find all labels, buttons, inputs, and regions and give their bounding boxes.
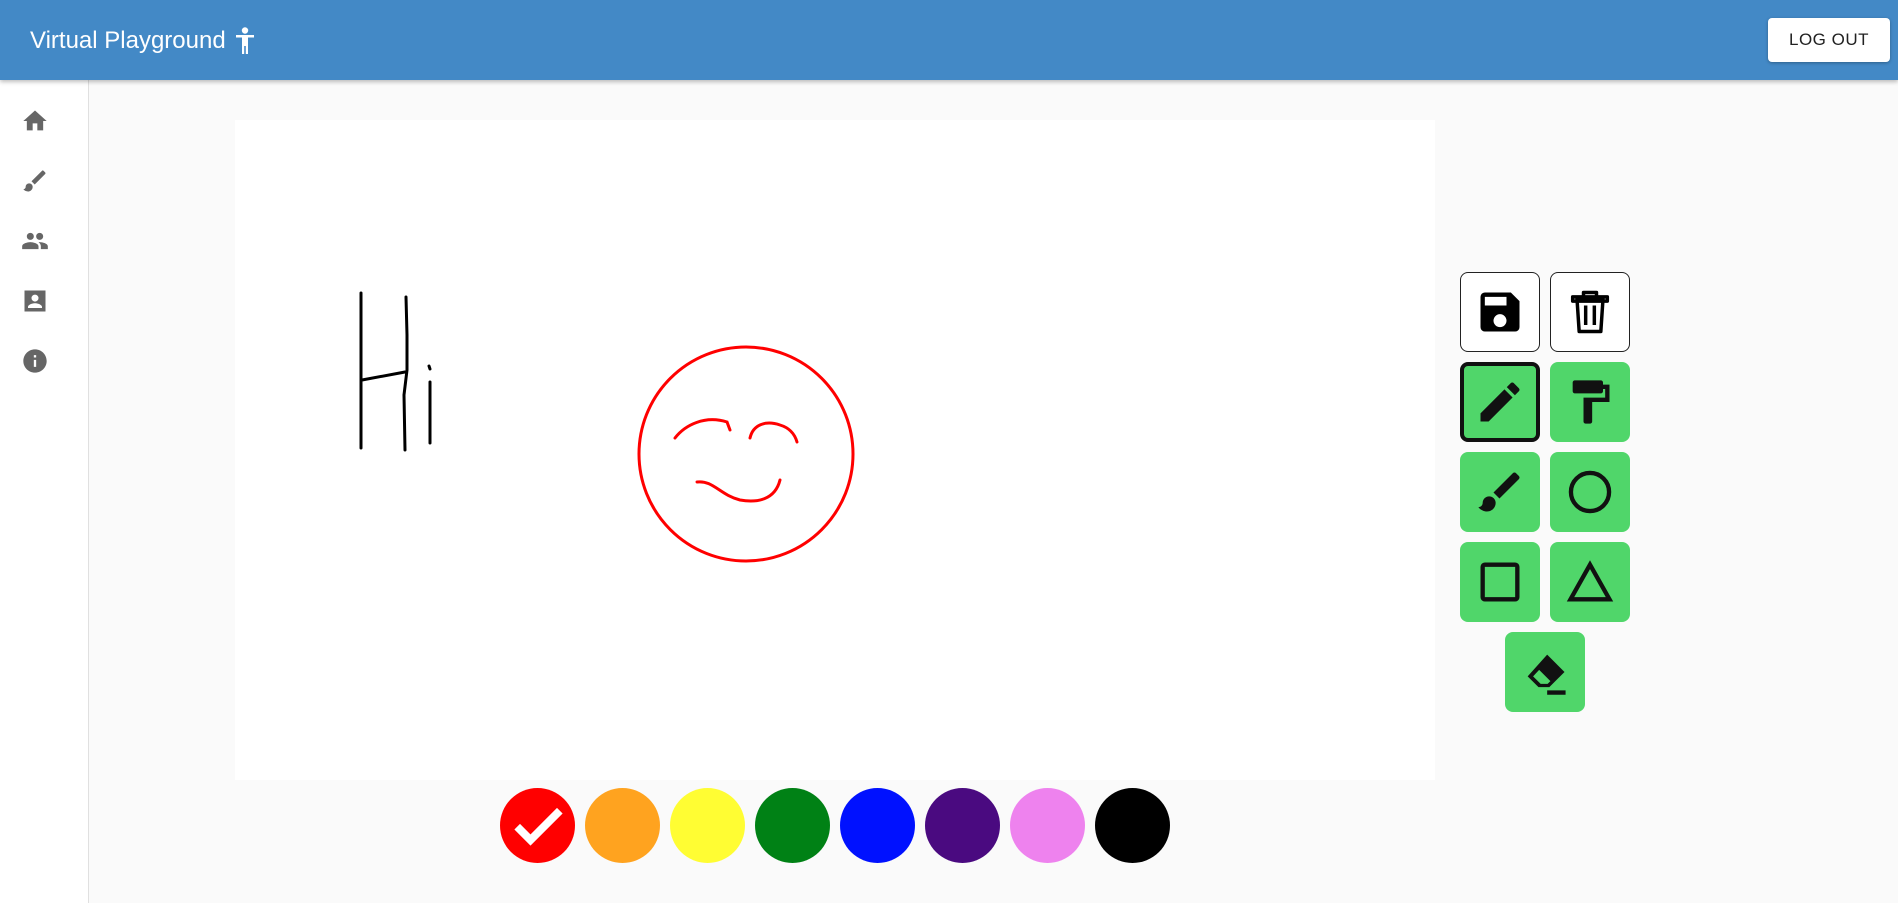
color-swatch-orange[interactable] [585,788,660,863]
brush-icon [23,170,46,192]
app-title-text: Virtual Playground [30,27,226,54]
sidebar-item-about[interactable] [20,346,50,376]
fill-tool-button[interactable] [1550,362,1630,442]
triangle-icon [1566,560,1614,602]
color-swatch-green[interactable] [755,788,830,863]
color-swatch-red[interactable] [500,788,575,863]
color-swatch-purple[interactable] [925,788,1000,863]
triangle-tool-button[interactable] [1550,542,1630,622]
brush-icon [1478,472,1520,512]
pencil-tool-button[interactable] [1460,362,1540,442]
square-tool-button[interactable] [1460,542,1540,622]
brush-tool-button[interactable] [1460,452,1540,532]
sidebar [0,80,89,903]
sidebar-item-home[interactable] [20,106,50,136]
hand-drawn-smiley [637,345,855,563]
eraser-icon [1527,654,1566,695]
color-swatch-black[interactable] [1095,788,1170,863]
eraser-tool-button[interactable] [1505,632,1585,712]
canvas-drawing [359,291,855,563]
sidebar-item-profile[interactable] [20,286,50,316]
color-swatch-blue[interactable] [840,788,915,863]
app-title: Virtual Playground [30,26,256,56]
square-icon [1480,562,1520,602]
color-swatch-yellow[interactable] [670,788,745,863]
paint-roller-icon [1572,380,1610,424]
drawing-canvas[interactable] [235,120,1435,780]
home-icon [23,110,47,131]
child-icon [234,27,256,55]
app-bar: Virtual Playground LOG OUT [0,0,1898,80]
circle-tool-button[interactable] [1550,452,1630,532]
hand-drawn-hi [359,291,432,452]
pencil-icon [1480,382,1520,422]
logout-button[interactable]: LOG OUT [1768,18,1890,62]
contact-icon [24,290,46,312]
trash-icon [1570,290,1610,334]
check-icon [513,807,563,846]
color-swatch-violet[interactable] [1010,788,1085,863]
sidebar-item-draw[interactable] [20,166,50,196]
people-icon [22,232,48,250]
save-icon [1480,292,1520,332]
sidebar-item-friends[interactable] [20,226,50,256]
circle-icon [1568,470,1612,514]
clear-canvas-button[interactable] [1550,272,1630,352]
save-button[interactable] [1460,272,1540,352]
info-icon [23,349,47,373]
